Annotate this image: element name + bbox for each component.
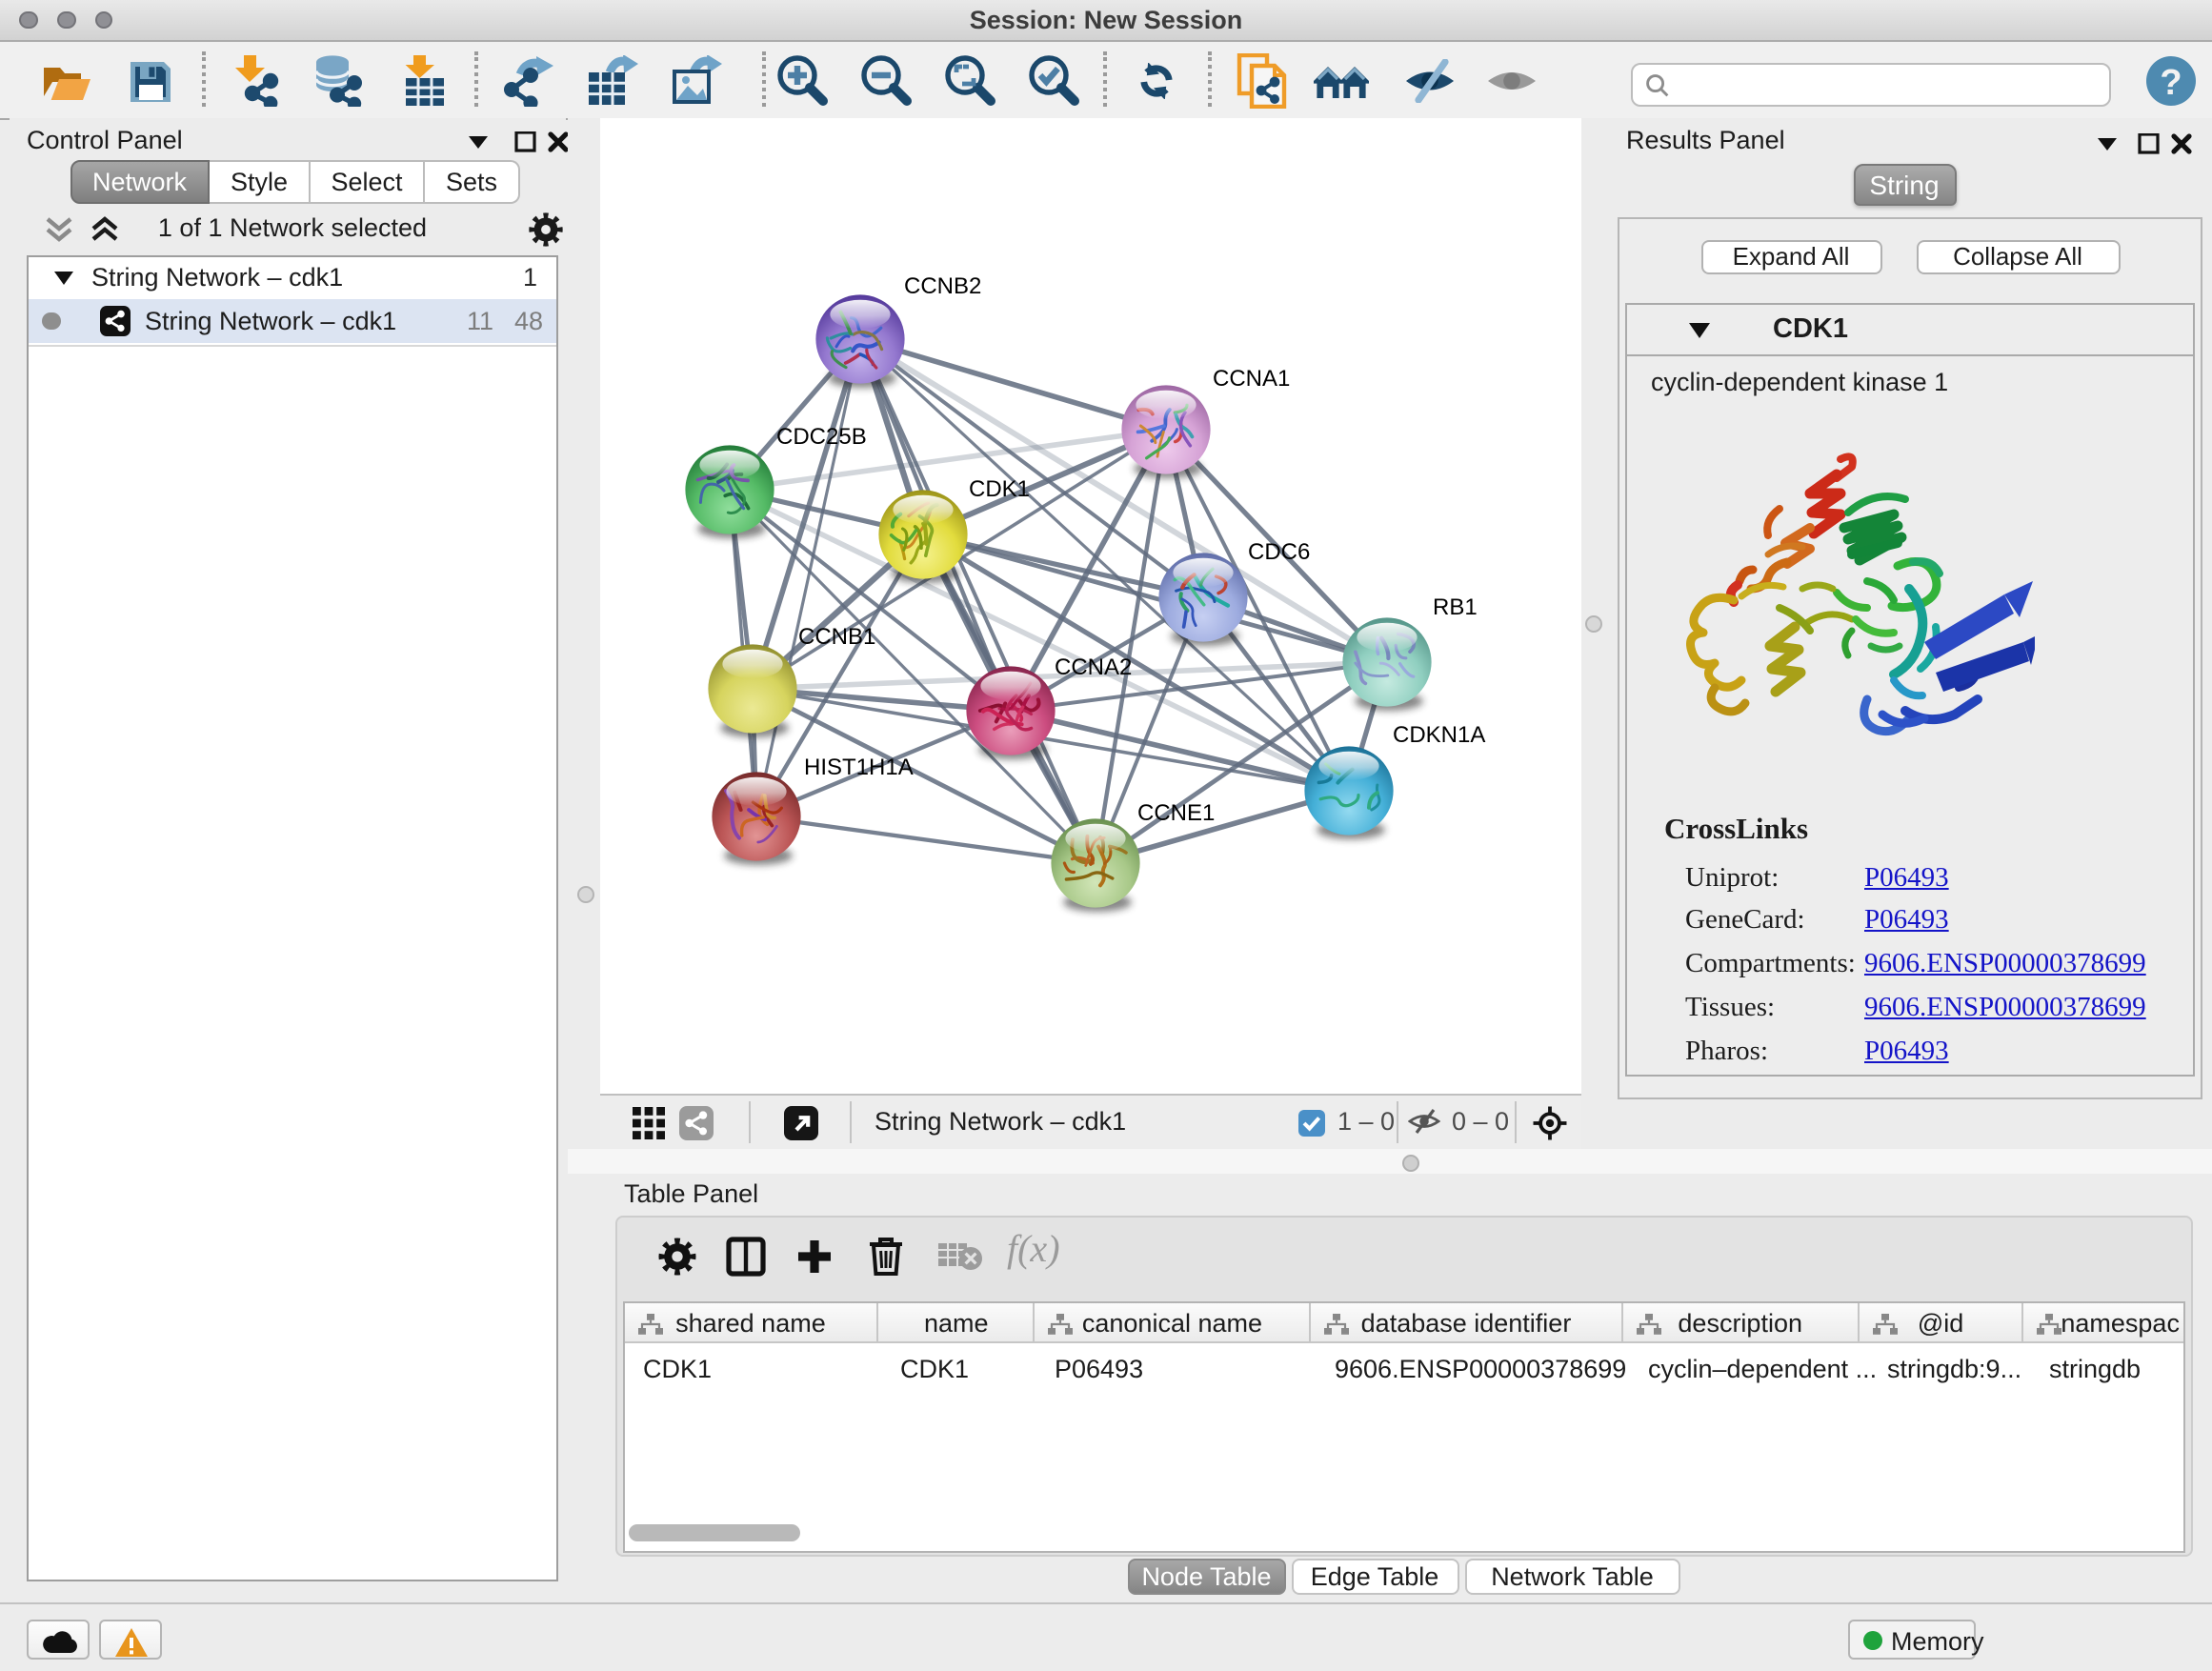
svg-text:CCNA1: CCNA1 — [1213, 366, 1290, 392]
svg-text:?: ? — [2159, 62, 2181, 102]
svg-text:CDC25B: CDC25B — [776, 424, 867, 450]
svg-text:CDC6: CDC6 — [1248, 539, 1310, 565]
svg-text:CCNB1: CCNB1 — [798, 624, 875, 650]
svg-text:HIST1H1A: HIST1H1A — [804, 755, 914, 780]
svg-text:RB1: RB1 — [1433, 594, 1478, 620]
svg-text:CCNB2: CCNB2 — [904, 273, 981, 299]
svg-text:CDKN1A: CDKN1A — [1393, 722, 1485, 748]
svg-text:CCNA2: CCNA2 — [1055, 654, 1132, 680]
svg-text:CCNE1: CCNE1 — [1137, 800, 1215, 826]
svg-text:CDK1: CDK1 — [969, 476, 1030, 502]
